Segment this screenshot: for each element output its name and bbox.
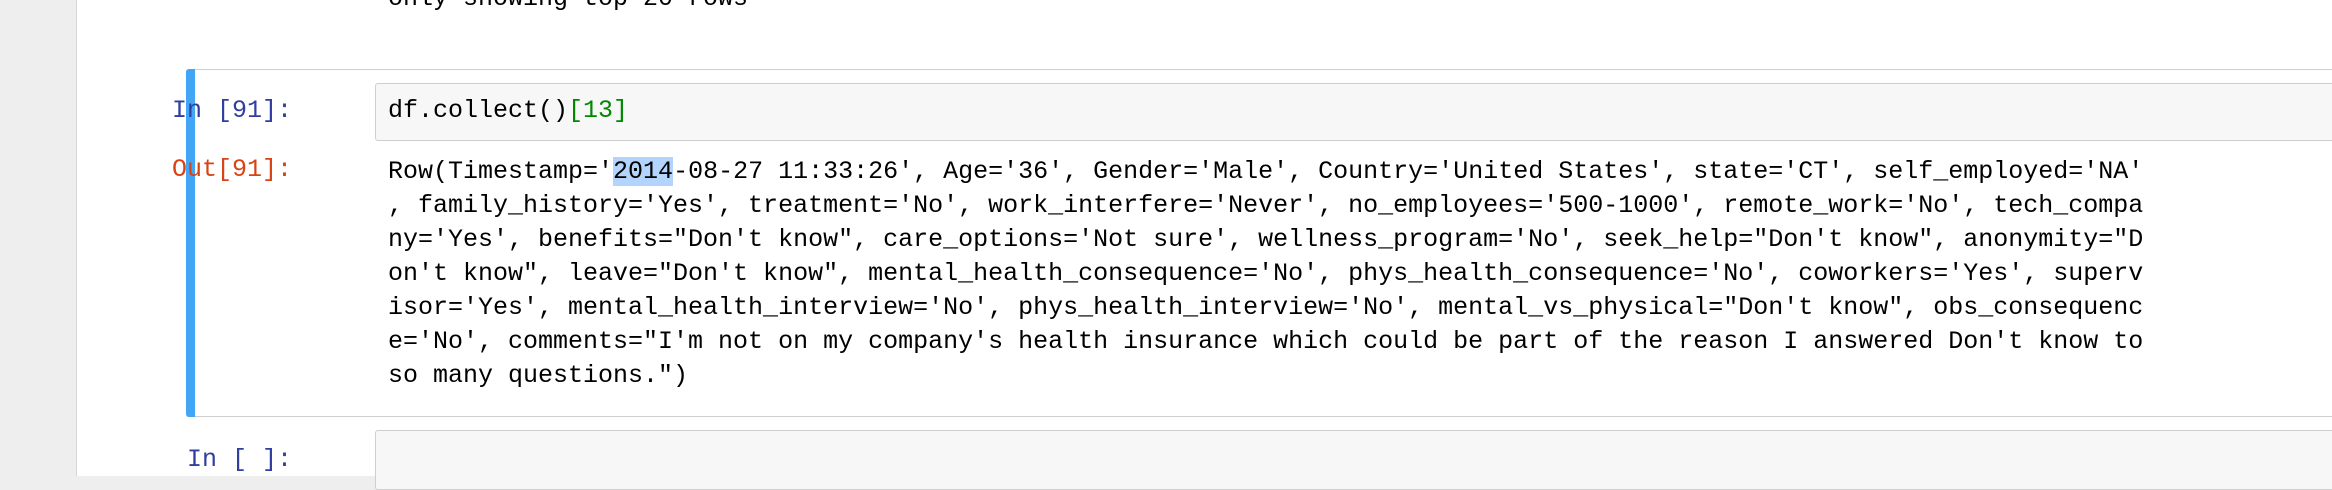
code-text[interactable]: df.collect()[13] [388, 96, 628, 125]
notebook-page: only showing top 20 rows In [91]: df.col… [76, 0, 2332, 490]
code-input-area[interactable]: df.collect()[13] [375, 83, 2332, 141]
output-line: ny='Yes', benefits="Don't know", care_op… [388, 225, 2144, 254]
input-prompt: In [91]: [171, 96, 292, 125]
output-line: on't know", leave="Don't know", mental_h… [388, 259, 2144, 288]
code-index: [13] [568, 96, 629, 125]
previous-cell-output: only showing top 20 rows [388, 0, 748, 16]
output-line: so many questions.") [388, 361, 689, 390]
output-line-first: Row(Timestamp='2014-08-27 11:33:26', Age… [388, 157, 2144, 186]
output-line: isor='Yes', mental_health_interview='No'… [388, 293, 2144, 322]
output-prompt: Out[91]: [171, 155, 292, 184]
output-line: e='No', comments="I'm not on my company'… [388, 327, 2144, 356]
empty-code-input-area[interactable] [375, 430, 2332, 490]
selected-text-highlight: 2014 [613, 157, 674, 186]
cell-output: Row(Timestamp='2014-08-27 11:33:26', Age… [388, 155, 2332, 393]
next-input-prompt: In [ ]: [186, 445, 292, 474]
code-call: df.collect() [388, 96, 569, 125]
output-line: , family_history='Yes', treatment='No', … [388, 191, 2144, 220]
